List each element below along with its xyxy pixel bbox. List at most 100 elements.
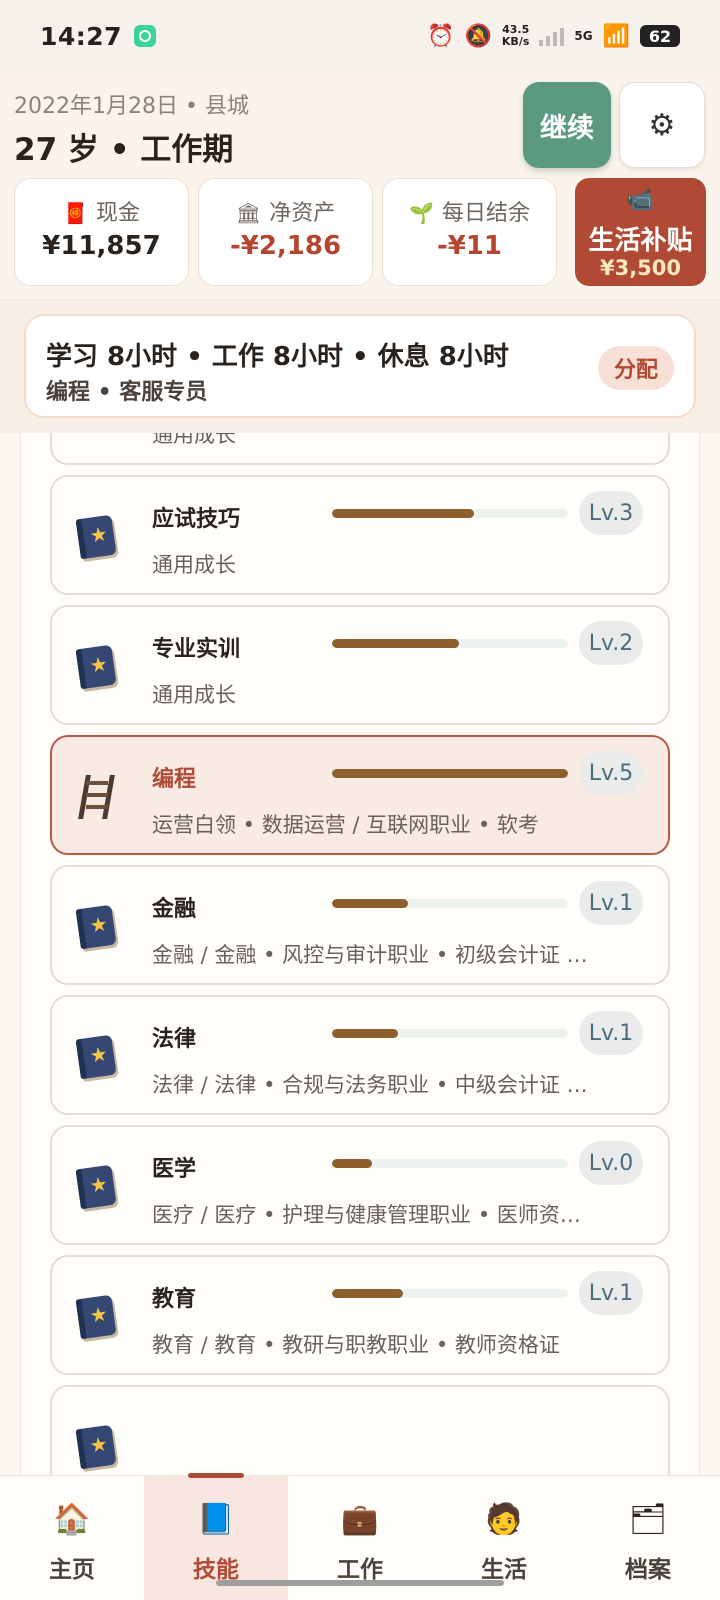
- settings-button[interactable]: ⚙: [619, 82, 705, 168]
- mute-bell-icon: 🔕: [464, 23, 492, 49]
- skill-card[interactable]: 编程运营白领 • 数据运营 / 互联网职业 • 软考 Lv.5: [50, 735, 670, 855]
- skill-list[interactable]: 其他通用成长Lv.3应试技巧通用成长Lv.3专业实训通用成长Lv.2编程运营白领…: [0, 433, 720, 1475]
- book-icon: 📘: [197, 1502, 235, 1537]
- home-indicator[interactable]: [216, 1580, 504, 1586]
- skill-card[interactable]: 应试技巧通用成长 Lv.3: [50, 475, 670, 595]
- app-notification-icon: [134, 25, 157, 47]
- skill-subtitle: 通用成长: [152, 553, 236, 577]
- battery-icon: 62: [640, 25, 680, 47]
- date-location: 2022年1月28日 • 县城: [14, 94, 249, 119]
- skill-progress-bar: [332, 1159, 568, 1168]
- skill-progress-fill: [332, 639, 460, 648]
- stat-cash: 🧧 现金 ¥11,857: [14, 178, 189, 286]
- subsidy-label: 生活补贴: [588, 226, 693, 256]
- book-icon: [74, 1423, 118, 1471]
- skill-level-badge: Lv.3: [579, 491, 643, 535]
- skill-card[interactable]: 专业实训通用成长 Lv.2: [50, 605, 670, 725]
- skill-progress-fill: [332, 1029, 399, 1038]
- living-subsidy-button[interactable]: 📹 生活补贴 ¥3,500: [575, 178, 706, 286]
- schedule-hours: 学习 8小时 • 工作 8小时 • 休息 8小时: [46, 342, 509, 372]
- skill-progress-fill: [332, 899, 408, 908]
- age-stage: 27 岁 • 工作期: [14, 132, 234, 168]
- person-icon: 🧑: [485, 1502, 523, 1537]
- stat-cash-value: ¥11,857: [42, 231, 161, 261]
- skill-subtitle: 医疗 / 医疗 • 护理与健康管理职业 • 医师资…: [152, 1203, 581, 1227]
- skill-name: 教育: [152, 1287, 197, 1312]
- book-icon: [74, 643, 118, 691]
- skill-subtitle: 通用成长: [152, 433, 236, 447]
- book-icon: [74, 1033, 118, 1081]
- skill-progress-fill: [332, 1289, 403, 1298]
- skill-level-badge: Lv.1: [579, 1271, 643, 1315]
- book-icon: [74, 903, 118, 951]
- skill-card[interactable]: 法律法律 / 法律 • 合规与法务职业 • 中级会计证 … Lv.1: [50, 995, 670, 1115]
- wifi-icon: 📶: [602, 23, 630, 49]
- skill-progress-bar: [332, 509, 568, 518]
- schedule-activities: 编程 • 客服专员: [46, 380, 208, 405]
- skill-card[interactable]: 教育教育 / 教育 • 教研与职教职业 • 教师资格证 Lv.1: [50, 1255, 670, 1375]
- stat-daily-balance: 🌱 每日结余 -¥11: [382, 178, 557, 286]
- stat-daily-balance-label: 每日结余: [441, 201, 530, 226]
- nav-archive[interactable]: 🗂 档案: [576, 1476, 720, 1600]
- skill-subtitle: 通用成长: [152, 683, 236, 707]
- stat-net-worth: 🏛 净资产 -¥2,186: [198, 178, 373, 286]
- network-type: 5G: [574, 29, 593, 43]
- skill-subtitle: 金融 / 金融 • 风控与审计职业 • 初级会计证 …: [152, 943, 588, 967]
- ladder-icon: [74, 773, 118, 821]
- book-icon: [74, 1163, 118, 1211]
- game-header: 2022年1月28日 • 县城 27 岁 • 工作期 继续 ⚙ 🧧 现金 ¥11,…: [0, 72, 720, 300]
- stat-cash-label: 现金: [95, 201, 140, 226]
- book-icon: [74, 1293, 118, 1341]
- skill-name: 金融: [152, 897, 197, 922]
- skill-name: 编程: [152, 767, 197, 792]
- skill-card[interactable]: [50, 1385, 670, 1475]
- skill-progress-bar: [332, 1289, 568, 1298]
- nav-home-label: 主页: [49, 1557, 95, 1583]
- sprout-icon: 🌱: [409, 201, 434, 225]
- skill-progress-fill: [332, 769, 568, 778]
- skill-level-badge: Lv.1: [579, 1011, 643, 1055]
- skill-name: 法律: [152, 1027, 197, 1052]
- book-icon: [74, 513, 118, 561]
- gear-icon: ⚙: [648, 107, 676, 143]
- skill-name: 应试技巧: [152, 507, 241, 532]
- skill-level-badge: Lv.0: [579, 1141, 643, 1185]
- continue-button[interactable]: 继续: [523, 82, 611, 168]
- schedule-card[interactable]: 学习 8小时 • 工作 8小时 • 休息 8小时 编程 • 客服专员 分配: [24, 314, 696, 418]
- nav-skills-label: 技能: [193, 1557, 239, 1583]
- network-speed: 43.5 KB/s: [502, 24, 529, 48]
- skill-level-badge: Lv.5: [579, 751, 643, 795]
- skill-progress-fill: [332, 1159, 373, 1168]
- nav-life-label: 生活: [481, 1557, 527, 1583]
- stat-daily-balance-value: -¥11: [436, 231, 503, 261]
- alarm-icon: ⏰: [427, 23, 455, 49]
- nav-home[interactable]: 🏠 主页: [0, 1476, 144, 1600]
- schedule-section: 学习 8小时 • 工作 8小时 • 休息 8小时 编程 • 客服专员 分配: [0, 300, 720, 433]
- subsidy-amount: ¥3,500: [599, 256, 682, 280]
- video-icon: 📹: [626, 188, 655, 213]
- archive-icon: 🗂: [628, 1502, 668, 1537]
- briefcase-icon: 💼: [341, 1502, 379, 1537]
- skill-progress-bar: [332, 1029, 568, 1038]
- network-speed-unit: KB/s: [501, 35, 530, 48]
- skill-name: 专业实训: [152, 637, 241, 662]
- status-icons: ⏰ 🔕 43.5 KB/s 5G 📶 62: [427, 24, 680, 49]
- assign-button[interactable]: 分配: [598, 346, 674, 390]
- skill-card[interactable]: 其他通用成长Lv.3: [50, 433, 670, 465]
- wallet-icon: 🧧: [63, 201, 88, 225]
- skill-name: 医学: [152, 1157, 197, 1182]
- skill-subtitle: 法律 / 法律 • 合规与法务职业 • 中级会计证 …: [152, 1073, 588, 1097]
- skill-progress-bar: [332, 899, 568, 908]
- status-bar: 14:27 ⏰ 🔕 43.5 KB/s 5G 📶 62: [0, 0, 720, 72]
- skill-card[interactable]: 金融金融 / 金融 • 风控与审计职业 • 初级会计证 … Lv.1: [50, 865, 670, 985]
- stat-net-worth-value: -¥2,186: [229, 231, 342, 261]
- nav-archive-label: 档案: [625, 1557, 671, 1583]
- skill-subtitle: 运营白领 • 数据运营 / 互联网职业 • 软考: [152, 813, 539, 837]
- skill-card[interactable]: 医学医疗 / 医疗 • 护理与健康管理职业 • 医师资… Lv.0: [50, 1125, 670, 1245]
- nav-work-label: 工作: [337, 1557, 383, 1583]
- status-time: 14:27: [40, 21, 123, 51]
- skill-progress-bar: [332, 769, 568, 778]
- skill-level-badge: Lv.2: [579, 621, 643, 665]
- house-icon: 🏠: [53, 1502, 91, 1537]
- skill-level-badge: Lv.1: [579, 881, 643, 925]
